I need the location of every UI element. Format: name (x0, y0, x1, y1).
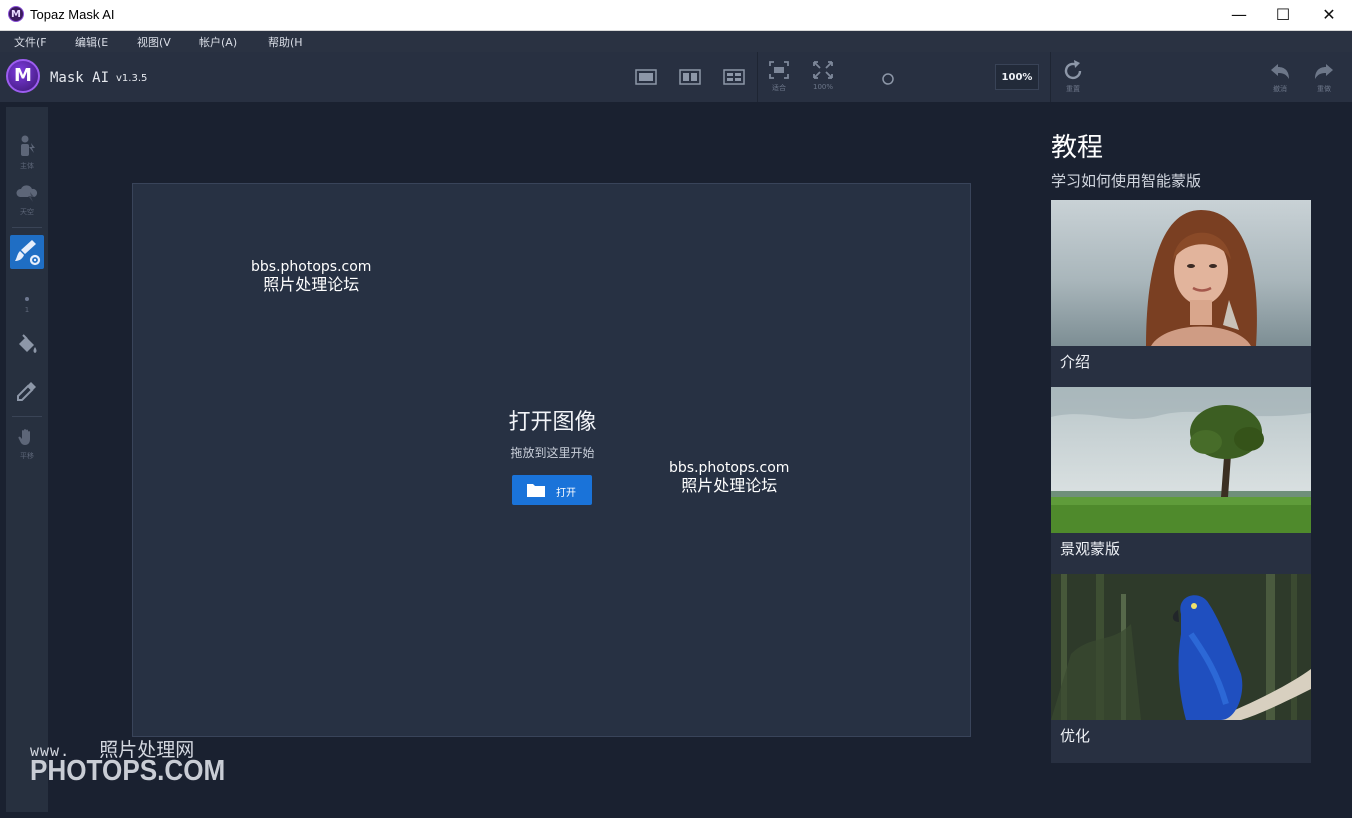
hand-icon (18, 429, 30, 445)
quad-view-icon[interactable] (723, 69, 745, 89)
brush-dot-icon (25, 297, 29, 301)
tutorial-card-label: 介绍 (1060, 353, 1091, 371)
tutorial-card-intro[interactable]: 介绍 (1051, 200, 1311, 389)
watermark-forum: 照片处理论坛 (263, 275, 360, 294)
tutorials-subtitle: 学习如何使用智能蒙版 (1051, 172, 1202, 190)
tutorial-card-refine[interactable]: 优化 (1051, 574, 1311, 763)
open-image-title: 打开图像 (508, 410, 597, 435)
brush-size-indicator[interactable]: 1 (6, 287, 48, 314)
folder-icon (527, 484, 545, 497)
menu-edit[interactable]: 编辑(E (75, 34, 108, 50)
open-button-label: 打开 (556, 488, 576, 499)
tutorial-thumbnail-tree (1051, 387, 1311, 533)
watermark-site: bbs.photops.com (669, 460, 790, 476)
watermark-site: bbs.photops.com (251, 259, 372, 275)
tutorial-card-label: 优化 (1060, 727, 1091, 745)
tutorial-thumbnail-portrait (1051, 200, 1311, 346)
eyedropper-tool[interactable] (6, 379, 48, 407)
redo-icon[interactable] (1313, 62, 1335, 86)
brush-settings-icon (15, 240, 41, 266)
drop-hint: 拖放到这里开始 (510, 446, 595, 460)
subject-caption: 主体 (20, 162, 34, 170)
menu-view[interactable]: 视图(V (137, 34, 171, 50)
watermark-center: bbs.photops.com 照片处理论坛 (669, 460, 789, 495)
menu-file[interactable]: 文件(F (14, 34, 47, 50)
pan-tool[interactable]: 平移 (6, 427, 48, 461)
paint-bucket-icon (19, 334, 37, 353)
tutorials-title: 教程 (1051, 133, 1104, 163)
subject-tool[interactable]: 主体 (6, 135, 48, 171)
tutorial-thumbnail-parrot (1051, 574, 1311, 720)
undo-caption: 撤消 (1273, 85, 1287, 93)
pan-caption: 平移 (20, 452, 34, 460)
app-logo-icon: M (8, 6, 24, 22)
toolbar-divider (757, 52, 758, 102)
reset-icon[interactable] (1061, 59, 1085, 87)
open-button[interactable]: 打开 (512, 475, 592, 505)
sky-caption: 天空 (20, 208, 34, 216)
tutorial-card-label: 景观蒙版 (1060, 540, 1121, 558)
window-titlebar: M Topaz Mask AI — ☐ ✕ (0, 0, 1352, 31)
main-toolbar: M Mask AI v1.3.5 适合 100% 100% 重置 撤消 重做 (0, 52, 1352, 103)
sidebar-divider (12, 227, 42, 228)
watermark-brand-en: PHOTOPS.COM (30, 755, 226, 787)
watermark-forum: 照片处理论坛 (681, 476, 778, 495)
full-size-caption: 100% (812, 83, 833, 91)
app-version: v1.3.5 (116, 73, 148, 84)
menu-account[interactable]: 帐户(A) (199, 34, 237, 50)
full-size-icon[interactable] (812, 60, 834, 84)
watermark-top: bbs.photops.com 照片处理论坛 (251, 259, 371, 294)
menu-help[interactable]: 帮助(H (268, 34, 303, 50)
zoom-slider-handle[interactable] (881, 71, 895, 90)
app-name: Mask AI (50, 70, 110, 86)
window-title: Topaz Mask AI (30, 7, 115, 22)
menu-bar: 文件(F 编辑(E 视图(V 帐户(A) 帮助(H (0, 31, 1352, 52)
brush-tool[interactable] (10, 235, 44, 269)
sidebar-divider (12, 416, 42, 417)
eyedropper-icon (17, 382, 36, 401)
fill-tool[interactable] (6, 333, 48, 361)
minimize-button[interactable]: — (1216, 0, 1262, 30)
brush-size-value: 1 (24, 306, 30, 314)
image-drop-zone[interactable]: bbs.photops.com 照片处理论坛 bbs.photops.com 照… (132, 183, 971, 737)
cloud-icon (16, 185, 38, 202)
toolbar-divider (1050, 52, 1051, 102)
redo-caption: 重做 (1317, 85, 1331, 93)
subject-icon (21, 135, 35, 156)
mask-ai-logo: M (6, 59, 40, 93)
single-view-icon[interactable] (635, 69, 657, 89)
tutorial-card-landscape[interactable]: 景观蒙版 (1051, 387, 1311, 576)
maximize-button[interactable]: ☐ (1260, 0, 1306, 30)
reset-caption: 重置 (1066, 85, 1080, 93)
sky-tool[interactable]: 天空 (6, 183, 48, 217)
fit-icon[interactable] (768, 60, 790, 84)
undo-icon[interactable] (1269, 62, 1291, 86)
fit-caption: 适合 (772, 84, 786, 92)
split-view-icon[interactable] (679, 69, 701, 89)
zoom-level-field[interactable]: 100% (995, 64, 1039, 90)
tool-sidebar: 主体 天空 1 平移 (6, 107, 48, 812)
close-button[interactable]: ✕ (1306, 0, 1352, 30)
